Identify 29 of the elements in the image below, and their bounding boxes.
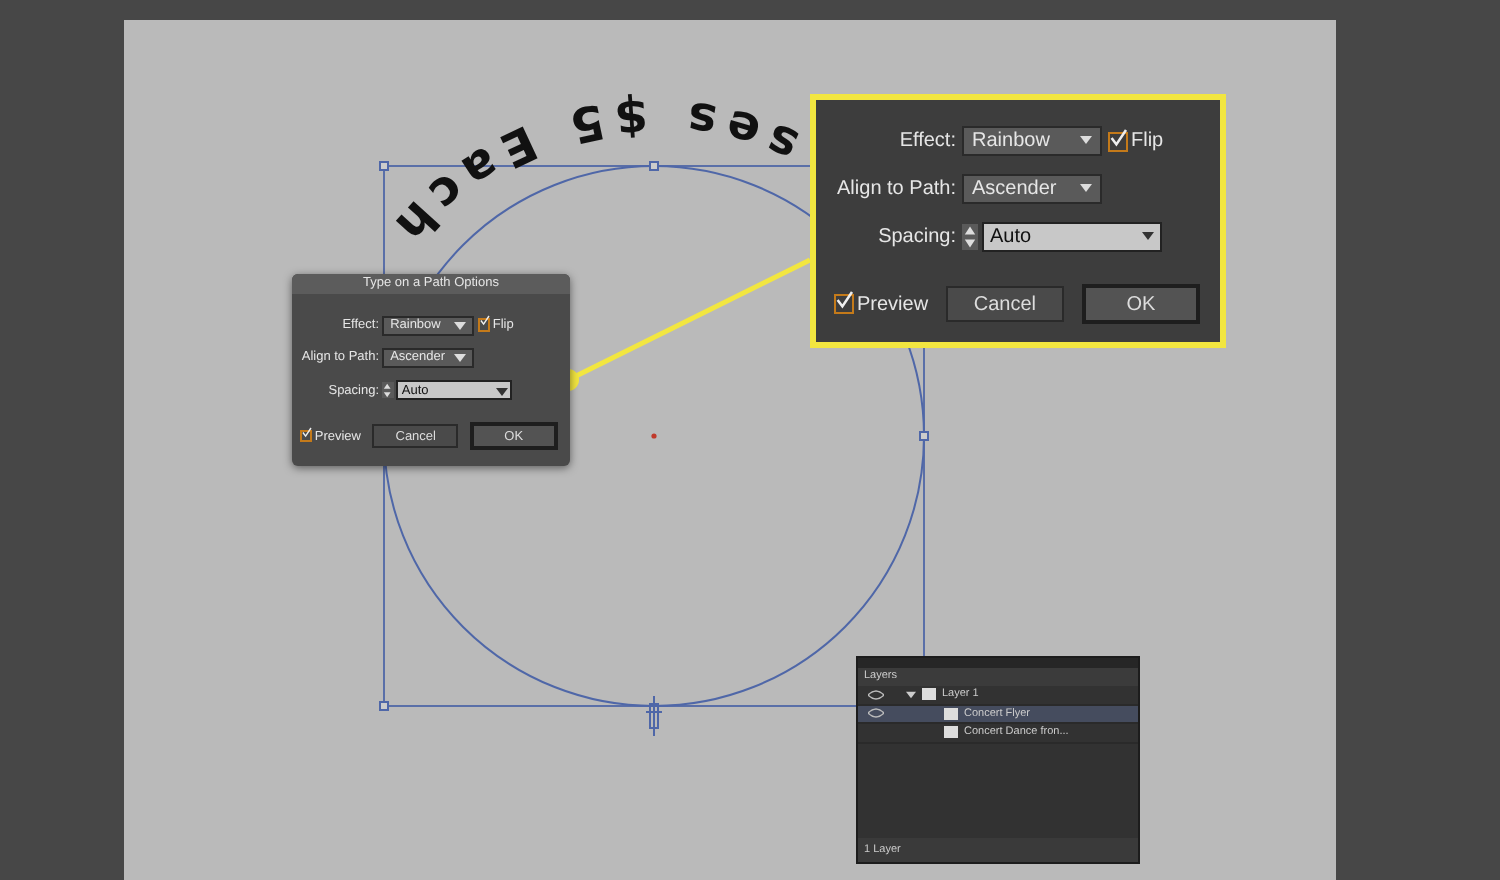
anchor-handle[interactable] (919, 431, 929, 441)
ok-button[interactable]: OK (1081, 284, 1200, 324)
spacing-label: Spacing: (876, 226, 956, 248)
caret-icon[interactable] (454, 354, 467, 363)
disclosure-triangle[interactable] (906, 689, 916, 700)
effect-label: Effect: (897, 130, 956, 152)
checkbox[interactable] (299, 429, 313, 443)
stepper-arrows[interactable] (962, 224, 978, 250)
anchor-handle[interactable] (649, 161, 659, 171)
caret-icon[interactable] (495, 387, 508, 396)
checkbox-label[interactable]: Flip (1131, 130, 1164, 152)
center-point (651, 433, 657, 439)
checkbox-label[interactable]: Preview (857, 293, 929, 315)
stepper-arrows[interactable] (382, 382, 394, 399)
align-dropdown[interactable]: Ascender (962, 174, 1102, 204)
caret-icon[interactable] (454, 322, 467, 331)
anchor-handle[interactable] (379, 701, 389, 711)
anchor-handle[interactable] (379, 161, 389, 171)
path-type-handle[interactable] (645, 695, 663, 737)
checkbox[interactable] (834, 294, 854, 314)
effect-dropdown[interactable]: Rainbow (962, 126, 1102, 156)
caret-icon[interactable] (1080, 135, 1092, 144)
caret-icon[interactable] (1080, 183, 1092, 192)
spacing-field[interactable]: Auto (982, 222, 1162, 252)
caret-icon[interactable] (1142, 231, 1154, 240)
cancel-button[interactable]: Cancel (946, 286, 1064, 322)
align-label: Align to Path: (835, 178, 956, 200)
checkbox[interactable] (1108, 131, 1128, 151)
checkbox[interactable] (477, 318, 491, 332)
